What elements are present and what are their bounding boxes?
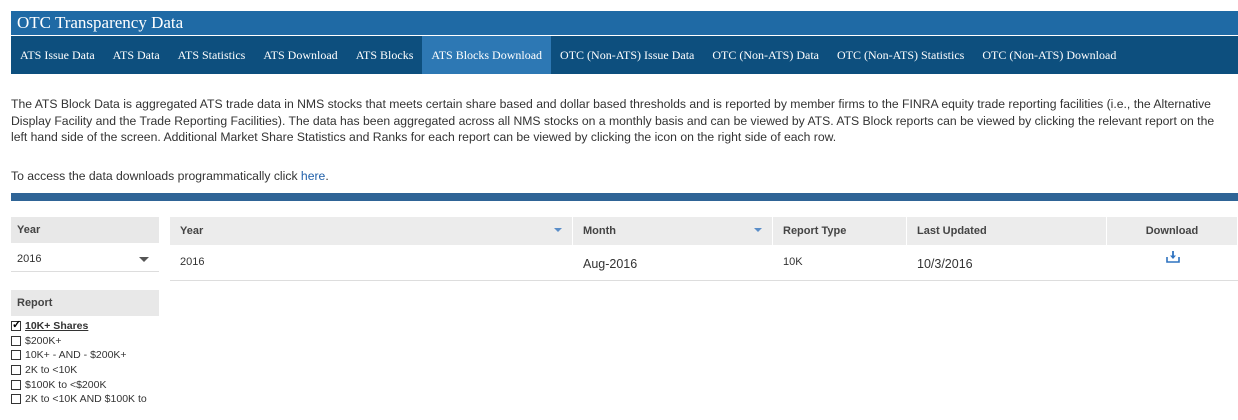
- nav-tab-ats-blocks-download[interactable]: ATS Blocks Download: [422, 36, 552, 74]
- downloads-link[interactable]: here: [301, 169, 325, 183]
- report-option-label: 2K to <10K AND $100K to: [25, 393, 147, 406]
- column-header-label: Month: [583, 225, 616, 237]
- report-option-label: 10K+ - AND - $200K+: [25, 349, 127, 362]
- dropdown-arrow-icon[interactable]: [139, 257, 149, 262]
- cell-report-type: 10K: [783, 256, 803, 268]
- report-checkbox[interactable]: [11, 335, 21, 346]
- report-option-label: 2K to <10K: [25, 364, 78, 377]
- access-prefix: To access the data downloads programmati…: [11, 169, 301, 183]
- report-option[interactable]: $200K+: [11, 334, 147, 349]
- column-header-label: Report Type: [783, 225, 847, 237]
- report-option[interactable]: 10K+ Shares: [11, 318, 147, 334]
- access-text: To access the data downloads programmati…: [11, 169, 329, 183]
- report-option[interactable]: 2K to <10K AND $100K to: [11, 392, 147, 407]
- section-divider: [11, 193, 1238, 201]
- download-icon[interactable]: [1165, 243, 1180, 278]
- nav-tab-otc-non-ats-issue-data[interactable]: OTC (Non-ATS) Issue Data: [551, 36, 703, 74]
- year-filter-label: Year: [11, 217, 159, 243]
- column-header-year[interactable]: Year: [170, 217, 573, 245]
- cell-download: [1107, 245, 1238, 280]
- app-title: OTC Transparency Data: [11, 11, 1238, 35]
- cell-last-updated: 10/3/2016: [917, 257, 973, 271]
- access-suffix: .: [325, 169, 329, 183]
- nav-tab-otc-non-ats-data[interactable]: OTC (Non-ATS) Data: [703, 36, 828, 74]
- report-list: 10K+ Shares$200K+ 10K+ - AND - $200K+ 2K t…: [11, 318, 147, 407]
- sort-arrow-icon[interactable]: [554, 228, 562, 232]
- year-select-value: 2016: [17, 253, 42, 265]
- report-option[interactable]: 10K+ - AND - $200K+: [11, 348, 147, 363]
- report-option-label: $100K to <$200K: [25, 378, 107, 391]
- report-checkbox[interactable]: [11, 394, 21, 405]
- downloads-grid: Year Month Report Type Last Updated Down…: [170, 217, 1238, 281]
- nav-tab-otc-non-ats-download[interactable]: OTC (Non-ATS) Download: [973, 36, 1125, 74]
- column-header-download: Download: [1107, 217, 1238, 245]
- cell-month: Aug-2016: [583, 257, 638, 271]
- report-option-label: $200K+: [25, 334, 62, 347]
- nav-tab-ats-statistics[interactable]: ATS Statistics: [169, 36, 255, 74]
- nav-tab-ats-issue-data[interactable]: ATS Issue Data: [11, 36, 104, 74]
- main-nav: ATS Issue Data ATS Data ATS Statistics ATS …: [11, 36, 1238, 74]
- report-option-label: 10K+ Shares: [25, 320, 89, 333]
- nav-tab-ats-data[interactable]: ATS Data: [104, 36, 169, 74]
- report-checkbox[interactable]: [11, 365, 21, 376]
- nav-tab-ats-download[interactable]: ATS Download: [254, 36, 346, 74]
- report-option[interactable]: $100K to <$200K: [11, 377, 147, 392]
- report-checkbox[interactable]: [11, 379, 21, 390]
- cell-year: 2016: [180, 256, 205, 268]
- column-header-report-type[interactable]: Report Type: [773, 217, 907, 245]
- report-checkbox[interactable]: [11, 350, 21, 361]
- intro-text: The ATS Block Data is aggregated ATS tra…: [11, 97, 1215, 145]
- report-option[interactable]: 2K to <10K: [11, 363, 147, 378]
- column-header-label: Year: [180, 225, 204, 237]
- nav-tab-ats-blocks[interactable]: ATS Blocks: [347, 36, 423, 74]
- table-row[interactable]: 2016 Aug-2016 10K 10/3/2016: [170, 245, 1238, 281]
- year-select[interactable]: 2016: [11, 246, 159, 272]
- nav-tab-otc-non-ats-statistics[interactable]: OTC (Non-ATS) Statistics: [828, 36, 973, 74]
- grid-header-row: Year Month Report Type Last Updated Down…: [170, 217, 1238, 245]
- report-checkbox[interactable]: [11, 318, 21, 332]
- column-header-last-updated[interactable]: Last Updated: [907, 217, 1107, 245]
- column-header-label: Download: [1145, 225, 1199, 237]
- report-filter-label: Report: [11, 290, 159, 316]
- sort-arrow-icon[interactable]: [754, 228, 762, 232]
- column-header-label: Last Updated: [917, 225, 987, 237]
- column-header-month[interactable]: Month: [573, 217, 773, 245]
